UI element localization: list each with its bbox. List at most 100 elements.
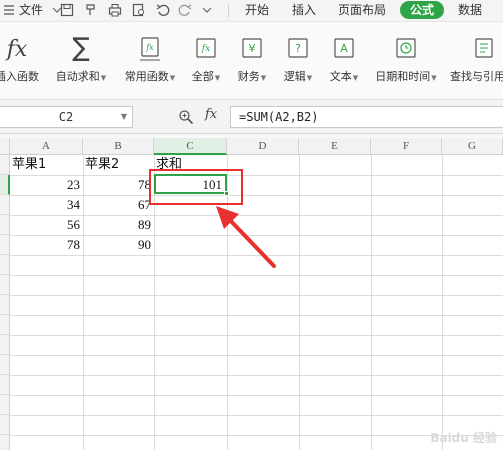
menu-insert[interactable]: 插入 — [292, 0, 316, 22]
row-header-5[interactable] — [0, 235, 10, 255]
gridline — [10, 275, 503, 276]
menu-bar: 文件 开始 插入 页面布局 公式 数据 — [0, 0, 503, 22]
formula-input[interactable]: =SUM(A2,B2) — [230, 106, 503, 128]
chevron-down-icon: ▼ — [169, 74, 176, 82]
date-time-button[interactable]: 日期和时间▼ — [372, 32, 440, 84]
gridline — [299, 155, 300, 450]
svg-text:fx: fx — [201, 44, 210, 54]
svg-text:A: A — [340, 42, 348, 55]
cell-b2[interactable]: 78 — [83, 175, 154, 195]
finance-icon: ¥ — [234, 32, 270, 62]
date-time-icon — [372, 32, 440, 62]
menu-page-layout[interactable]: 页面布局 — [338, 0, 386, 22]
chevron-down-icon: ▼ — [431, 74, 437, 82]
quick-access-dropdown-icon[interactable] — [200, 3, 214, 17]
row-header-15[interactable] — [0, 435, 10, 450]
fx-insert-function-icon: fx — [6, 37, 28, 62]
menu-data[interactable]: 数据 — [458, 0, 482, 22]
column-header-b[interactable]: B — [83, 138, 154, 155]
file-menu-icon[interactable] — [2, 3, 16, 17]
column-header-f[interactable]: F — [371, 138, 442, 155]
print-preview-icon[interactable] — [132, 3, 146, 17]
formulas-ribbon: fx 插入函数 ∑ 自动求和▼ fx 常用函数▼ fx 全部▼ ¥ 财务▼ ? … — [0, 22, 503, 100]
common-functions-icon: fx — [120, 32, 180, 62]
chevron-down-icon: ▼ — [100, 74, 107, 82]
spreadsheet-grid[interactable]: A B C D E F G 苹果1 苹果2 求和 23 78 34 67 56 … — [0, 134, 503, 450]
chevron-down-icon: ▼ — [260, 74, 267, 82]
cell-a1[interactable]: 苹果1 — [10, 155, 83, 175]
zoom-search-icon[interactable] — [178, 109, 194, 125]
gridline — [442, 155, 443, 450]
column-header-g[interactable]: G — [442, 138, 503, 155]
common-functions-button[interactable]: fx 常用函数▼ — [120, 32, 180, 84]
select-all-corner[interactable] — [0, 138, 10, 155]
print-icon[interactable] — [108, 3, 122, 17]
column-header-c[interactable]: C — [154, 138, 227, 155]
gridline — [10, 375, 503, 376]
row-header-14[interactable] — [0, 415, 10, 435]
column-header-d[interactable]: D — [227, 138, 299, 155]
date-time-label: 日期和时间 — [375, 70, 431, 83]
cell-b4[interactable]: 89 — [83, 215, 154, 235]
autosum-button[interactable]: ∑ 自动求和▼ — [52, 32, 110, 84]
lookup-reference-icon — [450, 32, 503, 62]
name-box-value: C2 — [58, 110, 74, 124]
common-functions-label: 常用函数 — [124, 70, 169, 83]
text-function-label: 文本 — [329, 70, 352, 83]
chevron-down-icon[interactable]: ▼ — [121, 107, 127, 127]
save-icon[interactable] — [60, 3, 74, 17]
menu-separator — [228, 4, 229, 17]
gridline — [10, 415, 503, 416]
logic-button[interactable]: ? 逻辑▼ — [280, 32, 316, 84]
cell-a4[interactable]: 56 — [10, 215, 83, 235]
text-function-button[interactable]: A 文本▼ — [326, 32, 362, 84]
gridline — [371, 155, 372, 450]
gridline — [10, 295, 503, 296]
cell-a3[interactable]: 34 — [10, 195, 83, 215]
fx-icon[interactable]: fx — [205, 107, 217, 122]
row-header-4[interactable] — [0, 215, 10, 235]
lookup-reference-button[interactable]: 查找与引用 — [450, 32, 503, 84]
row-header-8[interactable] — [0, 295, 10, 315]
undo-icon[interactable] — [156, 3, 170, 17]
watermark: Baidu 经验 — [430, 431, 497, 445]
all-functions-icon: fx — [188, 32, 224, 62]
chevron-down-icon: ▼ — [306, 74, 313, 82]
row-header-12[interactable] — [0, 375, 10, 395]
annotation-highlight-box — [149, 169, 243, 205]
row-header-9[interactable] — [0, 315, 10, 335]
gridline — [10, 435, 503, 436]
gridline — [10, 315, 503, 316]
all-functions-button[interactable]: fx 全部▼ — [188, 32, 224, 84]
text-function-icon: A — [326, 32, 362, 62]
column-header-e[interactable]: E — [299, 138, 371, 155]
redo-icon[interactable] — [178, 3, 192, 17]
row-header-11[interactable] — [0, 355, 10, 375]
name-box[interactable]: C2 ▼ — [0, 106, 133, 128]
row-header-1[interactable] — [0, 155, 10, 175]
gridline — [10, 255, 503, 256]
column-header-a[interactable]: A — [10, 138, 83, 155]
cell-b3[interactable]: 67 — [83, 195, 154, 215]
svg-text:?: ? — [295, 42, 301, 55]
sigma-autosum-icon: ∑ — [72, 33, 90, 63]
row-header-6[interactable] — [0, 255, 10, 275]
finance-button[interactable]: ¥ 财务▼ — [234, 32, 270, 84]
row-header-3[interactable] — [0, 195, 10, 215]
gridline — [10, 395, 503, 396]
row-header-13[interactable] — [0, 395, 10, 415]
row-header-7[interactable] — [0, 275, 10, 295]
cell-b1[interactable]: 苹果2 — [83, 155, 154, 175]
cell-a5[interactable]: 78 — [10, 235, 83, 255]
row-header-2[interactable] — [0, 175, 10, 195]
all-functions-label: 全部 — [191, 70, 214, 83]
row-header-10[interactable] — [0, 335, 10, 355]
cell-b5[interactable]: 90 — [83, 235, 154, 255]
insert-function-button[interactable]: fx 插入函数 — [0, 32, 39, 84]
menu-formulas[interactable]: 公式 — [400, 1, 445, 19]
format-painter-icon[interactable] — [84, 3, 98, 17]
cell-a2[interactable]: 23 — [10, 175, 83, 195]
formula-bar: C2 ▼ fx =SUM(A2,B2) — [0, 100, 503, 134]
menu-home[interactable]: 开始 — [245, 0, 269, 22]
menu-file[interactable]: 文件 — [19, 0, 43, 22]
